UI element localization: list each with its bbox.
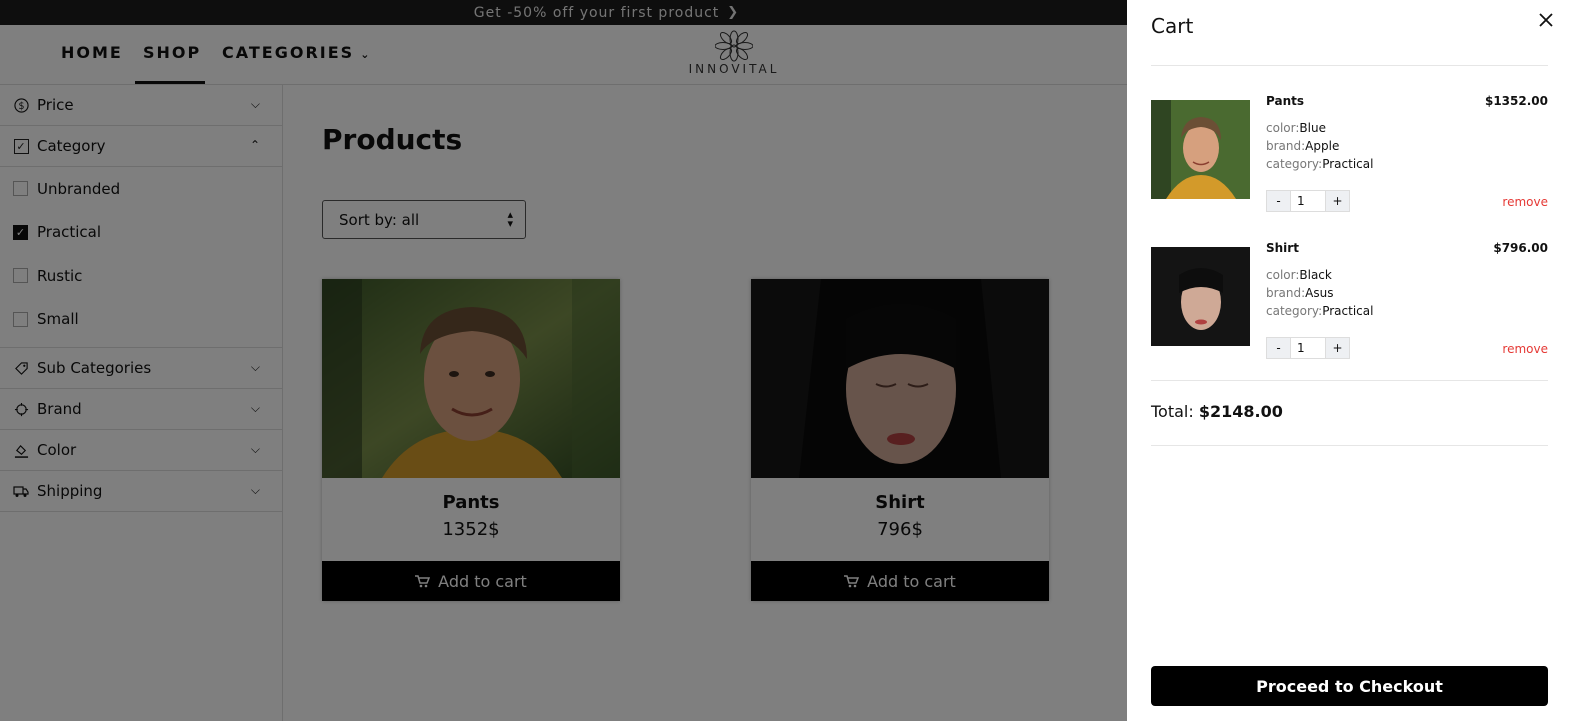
cart-total-label: Total: [1151,402,1194,421]
quantity-stepper: - 1 + [1266,337,1350,359]
modal-backdrop[interactable] [0,0,1127,721]
close-icon[interactable] [1537,11,1555,29]
quantity-stepper: - 1 + [1266,190,1350,212]
cart-item: Shirt $796.00 color:Black brand:Asus cat… [1151,241,1548,359]
attr-value: Practical [1322,304,1374,318]
attr-key: color: [1266,268,1300,282]
decrement-button[interactable]: - [1266,337,1291,359]
cart-item-name: Shirt [1266,241,1299,255]
attr-value: Apple [1305,139,1340,153]
cart-item-color: color:Black [1266,268,1332,282]
divider [1151,380,1548,381]
attr-key: brand: [1266,139,1306,153]
checkout-button[interactable]: Proceed to Checkout [1151,666,1548,706]
cart-item: Pants $1352.00 color:Blue brand:Apple ca… [1151,94,1548,212]
cart-item-category: category:Practical [1266,157,1373,171]
attr-value: Asus [1305,286,1334,300]
attr-key: category: [1266,157,1323,171]
attr-value: Practical [1322,157,1374,171]
remove-button[interactable]: remove [1502,342,1548,356]
quantity-input[interactable]: 1 [1291,337,1325,359]
cart-item-price: $1352.00 [1484,94,1548,108]
cart-item-image [1151,247,1250,346]
cart-item-brand: brand:Apple [1266,139,1339,153]
attr-key: category: [1266,304,1323,318]
cart-item-brand: brand:Asus [1266,286,1334,300]
cart-item-category: category:Practical [1266,304,1373,318]
cart-item-name: Pants [1266,94,1304,108]
decrement-button[interactable]: - [1266,190,1291,212]
attr-value: Blue [1299,121,1326,135]
cart-total: Total: $2148.00 [1151,402,1283,421]
attr-key: color: [1266,121,1300,135]
divider [1151,445,1548,446]
cart-item-image [1151,100,1250,199]
increment-button[interactable]: + [1325,337,1350,359]
quantity-input[interactable]: 1 [1291,190,1325,212]
remove-button[interactable]: remove [1502,195,1548,209]
cart-title: Cart [1151,14,1194,38]
divider [1151,65,1548,66]
attr-key: brand: [1266,286,1306,300]
cart-drawer: Cart Pants $1352.00 color:Blue brand:App… [1127,0,1578,721]
cart-item-price: $796.00 [1493,241,1548,255]
cart-item-color: color:Blue [1266,121,1326,135]
increment-button[interactable]: + [1325,190,1350,212]
cart-total-value: $2148.00 [1198,402,1283,421]
attr-value: Black [1299,268,1332,282]
